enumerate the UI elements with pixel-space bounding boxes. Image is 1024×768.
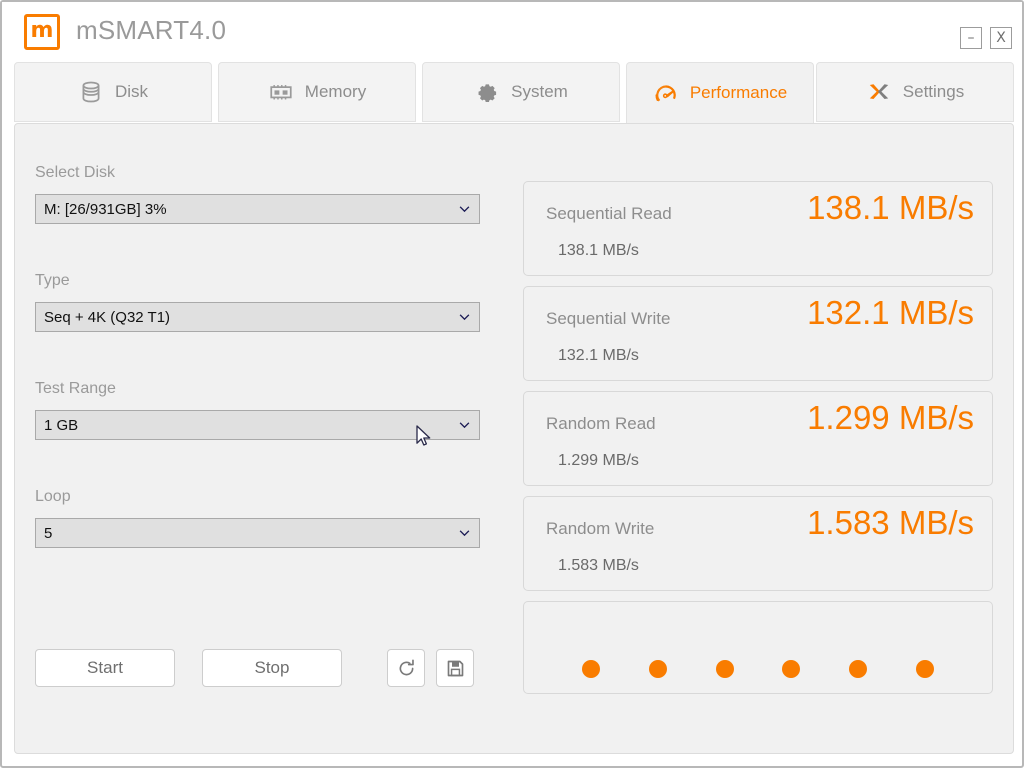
- test-options-column: Select Disk M: [26/931GB] 3% Type Seq + …: [35, 164, 497, 572]
- result-subvalue: 138.1 MB/s: [558, 242, 639, 259]
- progress-dot: [848, 660, 867, 678]
- progress-dot: [915, 660, 934, 678]
- tab-memory[interactable]: Memory: [218, 62, 416, 122]
- result-subvalue: 1.583 MB/s: [558, 557, 639, 574]
- result-card: Sequential Write 132.1 MB/s 132.1 MB/s: [523, 286, 993, 381]
- result-title: Random Write: [546, 519, 655, 538]
- chevron-down-icon: [459, 530, 470, 537]
- database-icon: [78, 79, 104, 105]
- memory-chip-icon: [268, 79, 294, 105]
- logo-letter: m: [30, 18, 54, 43]
- type-field: Type Seq + 4K (Q32 T1): [35, 272, 497, 332]
- result-title: Sequential Read: [546, 204, 672, 223]
- result-value: 138.1 MB/s: [807, 189, 974, 226]
- select-disk-field: Select Disk M: [26/931GB] 3%: [35, 164, 497, 224]
- gauge-icon: [653, 80, 679, 106]
- refresh-icon: [399, 658, 414, 675]
- app-logo-icon: m: [24, 14, 60, 50]
- action-button-row: Start Stop: [35, 649, 474, 687]
- gear-icon: [474, 79, 500, 105]
- stop-button[interactable]: Stop: [202, 649, 342, 687]
- tab-label: Memory: [304, 82, 367, 101]
- progress-dots: [524, 660, 992, 678]
- content-panel: Select Disk M: [26/931GB] 3% Type Seq + …: [14, 123, 1014, 754]
- app-title: mSMART4.0: [76, 15, 227, 45]
- result-card: Random Write 1.583 MB/s 1.583 MB/s: [523, 496, 993, 591]
- tab-bar: Disk Memory System Performance Settings: [14, 62, 1014, 124]
- floppy-save-icon: [447, 660, 463, 676]
- test-range-value: 1 GB: [44, 416, 79, 434]
- tab-disk[interactable]: Disk: [14, 62, 212, 122]
- result-title: Random Read: [546, 414, 656, 433]
- chevron-down-icon: [459, 314, 470, 321]
- select-disk-value: M: [26/931GB] 3%: [44, 200, 167, 218]
- tab-performance[interactable]: Performance: [626, 62, 814, 124]
- test-range-field: Test Range 1 GB: [35, 380, 497, 440]
- result-subvalue: 132.1 MB/s: [558, 347, 639, 364]
- type-value: Seq + 4K (Q32 T1): [44, 308, 171, 326]
- result-card: Random Read 1.299 MB/s 1.299 MB/s: [523, 391, 993, 486]
- result-subvalue: 1.299 MB/s: [558, 452, 639, 469]
- result-value: 1.583 MB/s: [807, 504, 974, 541]
- wrench-icon: [866, 79, 892, 105]
- chevron-down-icon: [459, 422, 470, 429]
- result-value: 132.1 MB/s: [807, 294, 974, 331]
- title-bar: m mSMART4.0 – X: [2, 2, 1022, 60]
- test-range-dropdown[interactable]: 1 GB: [35, 410, 480, 440]
- test-range-label: Test Range: [35, 380, 116, 397]
- loop-value: 5: [44, 524, 53, 542]
- results-column: Sequential Read 138.1 MB/s 138.1 MB/s Se…: [523, 181, 995, 694]
- start-button[interactable]: Start: [35, 649, 175, 687]
- progress-dot: [648, 660, 667, 678]
- progress-dot: [782, 660, 801, 678]
- tab-label: Performance: [689, 83, 788, 102]
- progress-panel: [523, 601, 993, 694]
- tab-label: Settings: [902, 82, 965, 101]
- save-button[interactable]: [436, 649, 474, 687]
- select-disk-dropdown[interactable]: M: [26/931GB] 3%: [35, 194, 480, 224]
- loop-field: Loop 5: [35, 488, 497, 548]
- type-label: Type: [35, 272, 70, 289]
- result-card: Sequential Read 138.1 MB/s 138.1 MB/s: [523, 181, 993, 276]
- refresh-button[interactable]: [387, 649, 425, 687]
- tab-label: System: [511, 82, 568, 101]
- progress-dot: [715, 660, 734, 678]
- tab-system[interactable]: System: [422, 62, 620, 122]
- select-disk-label: Select Disk: [35, 164, 116, 181]
- close-button[interactable]: X: [990, 27, 1012, 49]
- tab-label: Disk: [114, 82, 149, 101]
- loop-label: Loop: [35, 488, 71, 505]
- minimize-button[interactable]: –: [960, 27, 982, 49]
- result-title: Sequential Write: [546, 309, 671, 328]
- loop-dropdown[interactable]: 5: [35, 518, 480, 548]
- progress-dot: [582, 660, 601, 678]
- tab-settings[interactable]: Settings: [816, 62, 1014, 122]
- chevron-down-icon: [459, 206, 470, 213]
- app-window: m mSMART4.0 – X Disk Memory System Perfo…: [0, 0, 1024, 768]
- result-value: 1.299 MB/s: [807, 399, 974, 436]
- type-dropdown[interactable]: Seq + 4K (Q32 T1): [35, 302, 480, 332]
